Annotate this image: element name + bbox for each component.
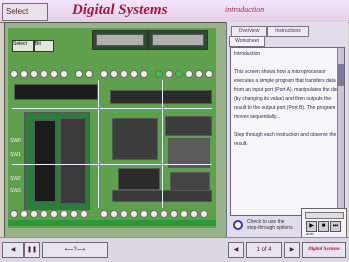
bottom-bus: [8, 220, 216, 226]
player-caption: auto: [306, 231, 314, 236]
register-chip: [112, 118, 158, 160]
led[interactable]: [85, 70, 93, 78]
cpu-chip: [34, 120, 56, 202]
step-progress[interactable]: [305, 212, 344, 219]
switch-label: SW0: [10, 138, 21, 144]
led[interactable]: [150, 210, 158, 218]
led[interactable]: [195, 70, 203, 78]
led[interactable]: [120, 70, 128, 78]
info-text-box[interactable]: Introduction This screen shows how a mic…: [230, 47, 345, 216]
led[interactable]: [190, 210, 198, 218]
led[interactable]: [80, 210, 88, 218]
address-bus-chip: [110, 90, 212, 104]
bottom-toolbar: ◀ ❚❚ ⟵?⟶ ◀ 1 of 4 ▶ Digital Systems: [0, 237, 349, 262]
led[interactable]: [170, 210, 178, 218]
led[interactable]: [50, 210, 58, 218]
led[interactable]: [40, 210, 48, 218]
led[interactable]: [30, 70, 38, 78]
step-button[interactable]: ⏭: [330, 221, 341, 232]
led[interactable]: [60, 70, 68, 78]
app-logo: Digital Systems: [302, 242, 346, 258]
led[interactable]: [100, 210, 108, 218]
led-on[interactable]: [155, 70, 163, 78]
board-tab-bit[interactable]: Bit: [34, 40, 54, 52]
led[interactable]: [205, 70, 213, 78]
led[interactable]: [100, 70, 108, 78]
step-player: ▶ ■ ⏭ auto: [301, 208, 347, 238]
led[interactable]: [160, 210, 168, 218]
register-display-a: [96, 34, 144, 46]
led[interactable]: [75, 70, 83, 78]
switch-label: SW3: [10, 188, 21, 194]
app-menu-button[interactable]: Select: [2, 3, 48, 21]
led[interactable]: [10, 70, 18, 78]
switch-label: SW1: [10, 152, 21, 158]
led[interactable]: [130, 70, 138, 78]
led-on[interactable]: [175, 70, 183, 78]
led[interactable]: [20, 70, 28, 78]
app-title: Digital Systems: [72, 2, 168, 18]
led[interactable]: [120, 210, 128, 218]
title-bar: Select Digital Systems introduction: [0, 0, 349, 23]
port-b-chip: [118, 168, 160, 190]
led[interactable]: [180, 210, 188, 218]
app-window: Select Digital Systems introduction Sele…: [0, 0, 349, 262]
tab-worksheet[interactable]: Worksheet: [229, 36, 265, 47]
led[interactable]: [130, 210, 138, 218]
led[interactable]: [200, 210, 208, 218]
info-text: Introduction This screen shows how a mic…: [234, 51, 341, 147]
pause-button[interactable]: ❚❚: [24, 242, 40, 258]
step-radio-label: Check to use the step-through options: [247, 219, 293, 231]
right-header: introduction: [225, 5, 265, 14]
led[interactable]: [40, 70, 48, 78]
led[interactable]: [140, 210, 148, 218]
info-scrollbar[interactable]: [337, 48, 344, 215]
control-bus-wire: [12, 164, 212, 165]
app-menu-label: Select: [6, 7, 29, 16]
memory-chip: [14, 84, 98, 100]
led[interactable]: [110, 70, 118, 78]
board-tab-select[interactable]: Select: [12, 40, 34, 52]
next-page-button[interactable]: ▶: [284, 242, 300, 258]
data-bus-wire: [12, 108, 212, 109]
prev-page-button[interactable]: ◀: [228, 242, 244, 258]
stop-button[interactable]: ■: [318, 221, 329, 232]
led[interactable]: [70, 210, 78, 218]
info-tabs: Overview Instructions: [229, 26, 345, 37]
switch-label: SW2: [10, 176, 21, 182]
control-chip: [60, 118, 86, 204]
page-indicator: 1 of 4: [246, 242, 282, 258]
led[interactable]: [185, 70, 193, 78]
led[interactable]: [50, 70, 58, 78]
vertical-wire: [98, 80, 99, 208]
port-a-chip: [165, 116, 212, 136]
tab-instructions[interactable]: Instructions: [267, 26, 309, 37]
scroll-thumb[interactable]: [338, 64, 344, 86]
step-radio[interactable]: [233, 220, 243, 230]
help-button[interactable]: ⟵?⟶: [42, 242, 108, 258]
led[interactable]: [60, 210, 68, 218]
vertical-wire: [162, 80, 163, 208]
led[interactable]: [20, 210, 28, 218]
back-button[interactable]: ◀: [2, 242, 24, 258]
led[interactable]: [30, 210, 38, 218]
led[interactable]: [140, 70, 148, 78]
led[interactable]: [165, 70, 173, 78]
led[interactable]: [110, 210, 118, 218]
info-panel: Overview Instructions Worksheet Introduc…: [226, 22, 348, 238]
register-display-b: [152, 34, 204, 46]
led[interactable]: [10, 210, 18, 218]
